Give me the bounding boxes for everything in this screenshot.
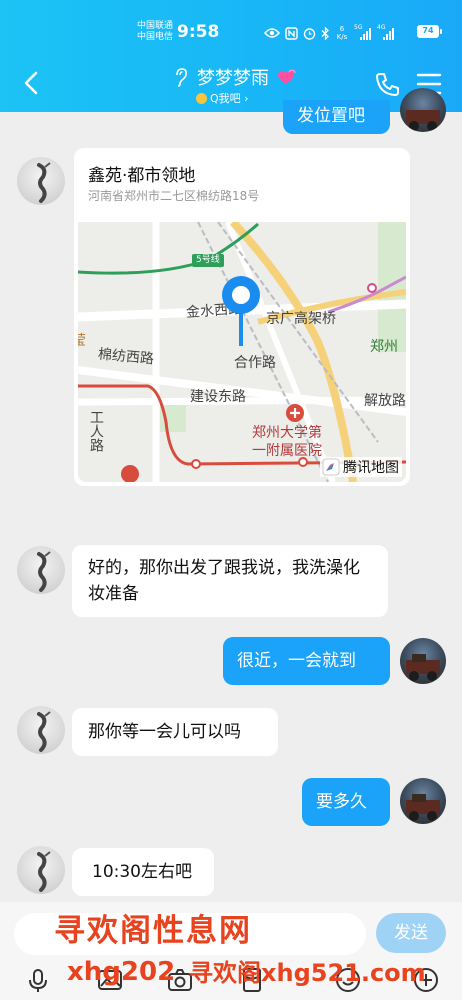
- location-pin-icon: [222, 276, 260, 346]
- bluetooth-icon: [321, 26, 329, 40]
- eye-icon: [264, 28, 280, 38]
- message-received[interactable]: 好的，那你出发了跟我说，我洗澡化妆准备: [72, 545, 388, 617]
- map-label-jingguang: 京广高架桥: [266, 311, 336, 327]
- watermark-text: xhg202: [67, 957, 176, 987]
- contact-avatar[interactable]: [17, 706, 65, 754]
- my-avatar[interactable]: [400, 88, 446, 132]
- watermark-text: 寻欢阁xhg521.com: [189, 959, 426, 987]
- message-received[interactable]: 那你等一会儿可以吗: [72, 708, 278, 756]
- mic-icon[interactable]: [24, 966, 52, 994]
- message-text: 要多久: [316, 792, 367, 812]
- message-sent-partial[interactable]: 发位置吧: [283, 100, 390, 134]
- status-time: 9:58: [177, 22, 220, 42]
- location-map[interactable]: 5号线 金水西路 京广高架桥 棉纺西路 合作路 郑州 建设东路 解放路 郑州大学…: [78, 222, 406, 482]
- avatar-image: [406, 110, 440, 131]
- message-received[interactable]: 10:30左右吧: [72, 848, 214, 896]
- status-icons: 6 K/s 5G 4G: [264, 24, 395, 42]
- map-label-hezuo: 合作路: [234, 355, 276, 371]
- location-address: 河南省郑州市二七区棉纺路18号: [88, 189, 260, 203]
- carrier-labels: 中国联通 中国电信: [137, 21, 173, 43]
- chat-title-area[interactable]: 梦梦梦雨: [150, 64, 320, 90]
- map-label-hospital-2: 一附属医院: [252, 443, 322, 459]
- contact-avatar[interactable]: [17, 546, 65, 594]
- heart-icon: [278, 69, 296, 84]
- avatar-image: [37, 551, 51, 592]
- watermark-text: 寻欢阁性息网: [54, 913, 252, 949]
- contact-avatar[interactable]: [17, 846, 65, 894]
- chat-title: 梦梦梦雨: [197, 68, 269, 89]
- location-name: 鑫苑·都市领地: [88, 166, 196, 186]
- tencent-map-icon: [322, 458, 340, 476]
- phone-call-icon[interactable]: [374, 70, 402, 98]
- map-provider-text: 腾讯地图: [343, 460, 399, 476]
- my-avatar[interactable]: [400, 638, 446, 684]
- message-text: 那你等一会儿可以吗: [88, 722, 241, 742]
- map-label-hospital-1: 郑州大学第: [252, 425, 322, 441]
- chat-header: 中国联通 中国电信 9:58 6 K/s 5G 4G 74 梦梦梦雨 Q我吧 ›: [0, 0, 462, 112]
- map-provider-logo: 腾讯地图: [320, 457, 402, 477]
- signal-2-icon: 4G: [377, 24, 395, 40]
- message-sent[interactable]: 要多久: [302, 778, 390, 826]
- avatar-image: [406, 654, 440, 681]
- avatar-image: [406, 794, 440, 821]
- send-button[interactable]: 发送: [376, 913, 446, 953]
- net-speed-value: 6: [339, 25, 345, 33]
- back-button[interactable]: [18, 68, 44, 98]
- message-text: 很近，一会就到: [237, 651, 356, 671]
- avatar-image: [37, 711, 51, 752]
- message-sent-partial-text: 发位置吧: [297, 106, 365, 126]
- battery-icon: 74: [417, 25, 442, 38]
- message-text: 10:30左右吧: [92, 862, 192, 882]
- avatar-image: [37, 851, 51, 892]
- chat-subtitle[interactable]: Q我吧 ›: [196, 90, 249, 106]
- my-avatar[interactable]: [400, 778, 446, 824]
- location-card[interactable]: 鑫苑·都市领地 河南省郑州市二七区棉纺路18号 5号线 金水西路 京广高架桥 棉…: [74, 148, 410, 486]
- map-label-jianshe: 建设东路: [190, 389, 246, 405]
- signal-1-icon: 5G: [354, 24, 372, 40]
- net-speed-unit: K/s: [336, 33, 348, 41]
- map-label-ying: 莹: [78, 333, 86, 349]
- smiley-icon: [196, 92, 207, 104]
- ear-icon: [176, 68, 187, 87]
- avatar-image: [37, 162, 51, 203]
- metro-line-badge: 5号线: [192, 254, 224, 267]
- alarm-icon: [303, 27, 316, 40]
- carrier-2: 中国电信: [137, 32, 174, 42]
- nfc-icon: [285, 26, 298, 40]
- message-sent[interactable]: 很近，一会就到: [223, 637, 390, 685]
- contact-avatar[interactable]: [17, 157, 65, 205]
- map-label-gongren: 工人路: [88, 410, 104, 452]
- message-text: 好的，那你出发了跟我说，我洗澡化妆准备: [88, 558, 360, 604]
- chat-subtitle-text: Q我吧 ›: [210, 92, 249, 105]
- net-speed: 6 K/s: [335, 25, 349, 41]
- carrier-1: 中国联通: [137, 21, 174, 31]
- map-label-zhengzhou: 郑州: [370, 339, 398, 355]
- map-label-jiefang: 解放路: [364, 393, 406, 409]
